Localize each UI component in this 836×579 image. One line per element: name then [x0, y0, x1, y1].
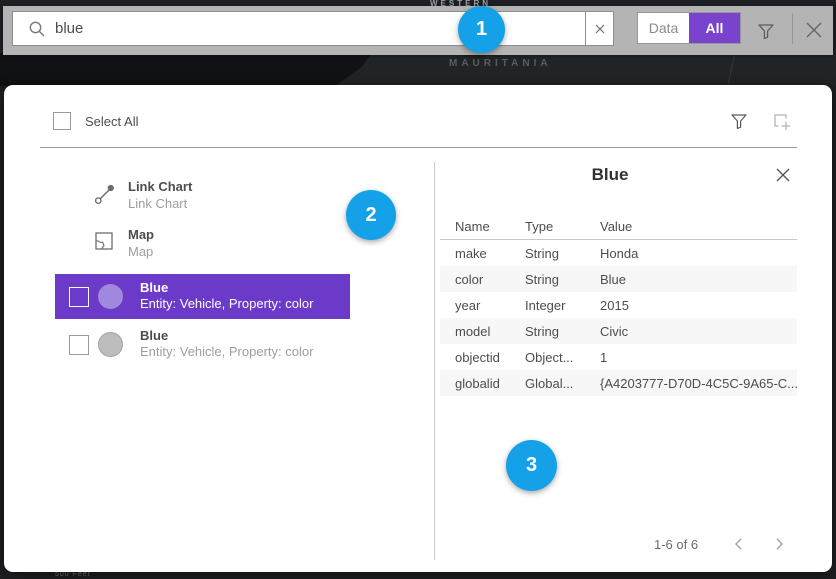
select-all-checkbox[interactable]: [53, 112, 71, 130]
select-all-label: Select All: [85, 114, 138, 129]
close-detail-button[interactable]: [772, 164, 794, 186]
add-selection-icon: [771, 111, 792, 132]
cell-name: globalid: [440, 376, 525, 391]
scope-toggle: Data All: [637, 12, 741, 44]
filter-funnel-icon: [729, 111, 749, 131]
item-subtitle: Entity: Vehicle, Property: color: [140, 344, 313, 359]
entity-node-icon: [98, 284, 123, 309]
map-strip: MAURITANIA: [0, 53, 836, 86]
chevron-left-icon: [730, 535, 748, 553]
cell-value: {A4203777-D70D-4C5C-9A65-C...: [600, 376, 797, 391]
cell-type: String: [525, 324, 600, 339]
item-subtitle: Map: [128, 244, 153, 259]
annotation-badge-2: 2: [346, 190, 396, 240]
item-title: Map: [128, 227, 154, 242]
detail-title: Blue: [440, 165, 780, 185]
map-border-line: [727, 51, 735, 86]
cell-type: String: [525, 272, 600, 287]
header-divider: [40, 147, 797, 148]
pagination-range: 1-6 of 6: [654, 537, 698, 552]
cell-name: objectid: [440, 350, 525, 365]
pane-divider: [434, 162, 435, 560]
item-checkbox[interactable]: [69, 335, 89, 355]
search-results-panel: Select All Link Chart Link Chart Map Map: [4, 85, 832, 572]
search-input[interactable]: blue: [12, 11, 614, 46]
cell-type: Object...: [525, 350, 600, 365]
toggle-option-all[interactable]: All: [689, 13, 740, 43]
table-row[interactable]: color String Blue: [440, 266, 797, 292]
search-toolbar: blue Data All: [3, 6, 833, 55]
search-query-text: blue: [55, 20, 83, 37]
filter-funnel-icon: [756, 21, 776, 41]
cell-name: color: [440, 272, 525, 287]
cell-name: model: [440, 324, 525, 339]
map-label-mauritania: MAURITANIA: [449, 58, 552, 69]
results-filter-button[interactable]: [727, 108, 751, 134]
cell-value: Honda: [600, 246, 797, 261]
map-icon: [93, 230, 115, 252]
cell-name: year: [440, 298, 525, 313]
list-item-blue[interactable]: Blue Entity: Vehicle, Property: color: [55, 322, 350, 367]
search-icon: [27, 19, 47, 39]
cell-value: 2015: [600, 298, 797, 313]
annotation-badge-3: 3: [506, 440, 557, 491]
filter-button[interactable]: [754, 17, 778, 44]
item-subtitle: Link Chart: [128, 196, 187, 211]
annotation-badge-1: 1: [458, 6, 505, 53]
list-item-blue-selected[interactable]: Blue Entity: Vehicle, Property: color: [55, 274, 350, 319]
item-title: Blue: [140, 328, 168, 343]
column-header-name: Name: [455, 219, 490, 234]
cell-type: Global...: [525, 376, 600, 391]
cell-value: Civic: [600, 324, 797, 339]
table-row[interactable]: make String Honda: [440, 240, 797, 266]
table-row[interactable]: objectid Object... 1: [440, 344, 797, 370]
cell-type: String: [525, 246, 600, 261]
table-row[interactable]: year Integer 2015: [440, 292, 797, 318]
clear-search-button[interactable]: [585, 12, 613, 45]
entity-node-icon: [98, 332, 123, 357]
close-search-button[interactable]: [800, 15, 828, 45]
attribute-table: make String Honda color String Blue year…: [440, 240, 797, 396]
toggle-option-data[interactable]: Data: [638, 13, 689, 43]
item-title: Link Chart: [128, 179, 192, 194]
add-to-selection-button[interactable]: [768, 108, 794, 134]
column-header-type: Type: [525, 219, 553, 234]
prev-page-button[interactable]: [730, 535, 748, 558]
cell-name: make: [440, 246, 525, 261]
item-checkbox[interactable]: [69, 287, 89, 307]
next-page-button[interactable]: [770, 535, 788, 558]
clear-icon: [593, 22, 607, 36]
toolbar-divider: [792, 13, 793, 44]
column-header-value: Value: [600, 219, 632, 234]
item-subtitle: Entity: Vehicle, Property: color: [140, 296, 313, 311]
link-chart-icon: [92, 181, 118, 207]
item-title: Blue: [140, 280, 168, 295]
cell-type: Integer: [525, 298, 600, 313]
map-water-shape: [0, 53, 372, 86]
close-icon: [774, 166, 792, 184]
map-scale-label: 500 Feet: [55, 571, 91, 578]
chevron-right-icon: [770, 535, 788, 553]
cell-value: Blue: [600, 272, 797, 287]
table-row[interactable]: model String Civic: [440, 318, 797, 344]
table-row[interactable]: globalid Global... {A4203777-D70D-4C5C-9…: [440, 370, 797, 396]
cell-value: 1: [600, 350, 797, 365]
close-icon: [802, 18, 826, 42]
